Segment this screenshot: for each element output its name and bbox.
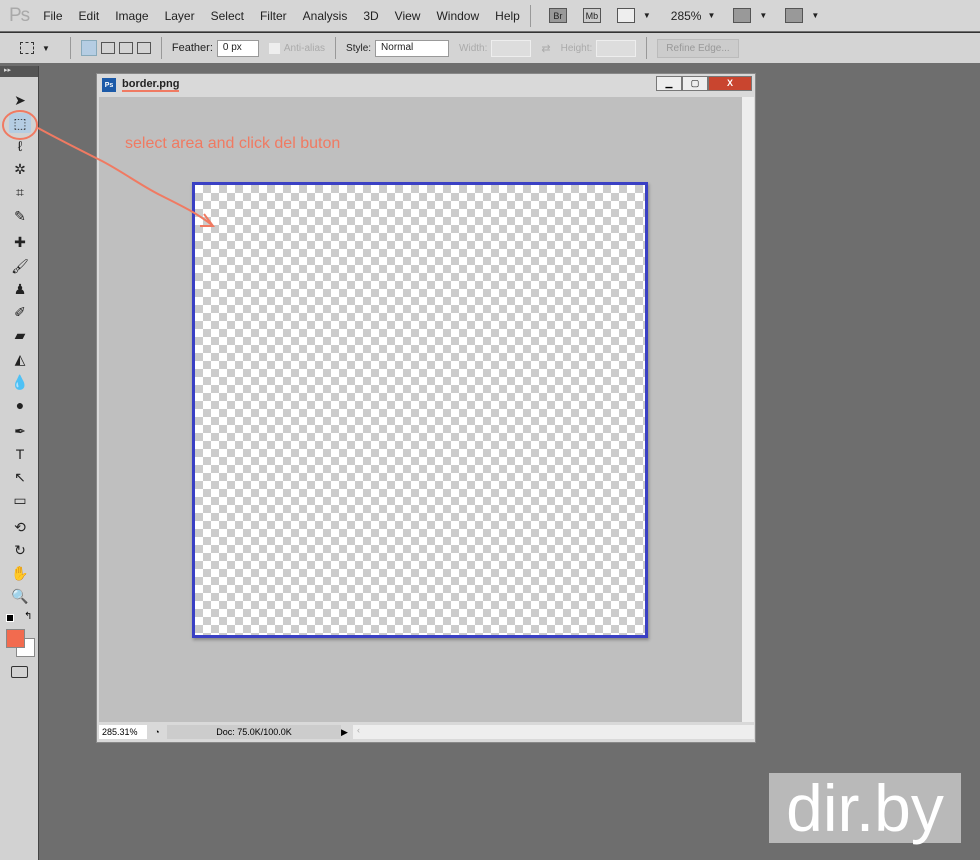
pen-icon[interactable]: ✒ [9, 421, 31, 441]
menu-image[interactable]: Image [115, 9, 148, 23]
rect-marquee-preset-icon[interactable] [20, 42, 34, 54]
image-canvas[interactable] [192, 182, 648, 638]
feather-input[interactable]: 0 px [216, 39, 259, 57]
chevron-down-icon[interactable]: ▼ [811, 11, 819, 20]
history-brush-icon[interactable]: ✐ [9, 302, 31, 322]
status-bar: 285.31% ◔ Doc: 75.0K/100.0K ▶ ‹ [99, 724, 754, 740]
tools-panel: ▸▸ ➤ ⬚ ℓ ✲ ⌗ ✎ ✚ 🖌 ♟ ✐ ▰ ◭ 💧 ● ✒ T ↖ ▭ ⟲ ↻ ✋ 🔍 ↰ [0, 66, 39, 860]
close-button[interactable]: X [708, 76, 752, 91]
chevron-down-icon[interactable]: ▼ [42, 44, 50, 53]
divider [529, 4, 531, 27]
magic-wand-icon[interactable]: ✲ [9, 159, 31, 179]
expand-panel-icon[interactable]: ▸▸ [0, 66, 38, 77]
status-options-icon[interactable]: ◔ [147, 727, 167, 737]
width-input[interactable] [491, 39, 532, 57]
view-extras-icon[interactable] [616, 8, 635, 23]
annotation-text: select area and click del buton [125, 135, 341, 152]
menu-bar: Ps File Edit Image Layer Select Filter A… [0, 0, 980, 31]
height-input[interactable] [596, 39, 637, 57]
menu-edit[interactable]: Edit [79, 9, 100, 23]
lasso-icon[interactable]: ℓ [9, 136, 31, 156]
document-title: border.png [122, 78, 180, 92]
3d-orbit-icon[interactable]: ↻ [9, 540, 31, 560]
healing-brush-icon[interactable]: ✚ [9, 232, 31, 252]
path-select-icon[interactable]: ↖ [9, 467, 31, 487]
crop-icon[interactable]: ⌗ [9, 182, 31, 202]
intersect-selection-icon[interactable] [136, 42, 151, 54]
menu-help[interactable]: Help [495, 9, 520, 23]
watermark-logo: dir.by [769, 773, 961, 843]
ps-logo: Ps [9, 4, 30, 26]
subtract-selection-icon[interactable] [118, 42, 133, 54]
feather-label: Feather: [171, 42, 213, 54]
zoom-field[interactable]: 285.31% [99, 725, 147, 739]
move-icon[interactable]: ➤ [9, 90, 31, 110]
add-selection-icon[interactable] [100, 42, 115, 54]
restore-button[interactable]: ▢ [682, 76, 708, 91]
refine-edge-button[interactable]: Refine Edge... [657, 38, 739, 58]
default-colors-icon[interactable] [6, 614, 14, 622]
antialias-label: Anti-alias [283, 42, 326, 54]
minimize-button[interactable]: ▁ [656, 76, 682, 91]
divider [335, 37, 337, 59]
menu-analysis[interactable]: Analysis [303, 9, 348, 23]
eraser-icon[interactable]: ▰ [9, 325, 31, 345]
height-label: Height: [560, 42, 593, 54]
menu-select[interactable]: Select [211, 9, 244, 23]
swap-icon[interactable]: ⇄ [541, 42, 550, 55]
divider [646, 37, 648, 59]
doc-info: Doc: 75.0K/100.0K [167, 725, 341, 739]
menu-view[interactable]: View [395, 9, 421, 23]
new-selection-icon[interactable] [80, 40, 97, 56]
hand-icon[interactable]: ✋ [9, 563, 31, 583]
menu-filter[interactable]: Filter [260, 9, 287, 23]
arrange-documents-icon[interactable] [733, 8, 752, 23]
divider [160, 37, 162, 59]
document-window: Ps border.png ▁ ▢ X select area and clic… [96, 73, 756, 743]
bridge-button[interactable]: Br [548, 8, 567, 23]
rectangle-icon[interactable]: ▭ [9, 490, 31, 510]
style-label: Style: [346, 42, 372, 54]
swap-colors-icon[interactable]: ↰ [24, 611, 32, 622]
menu-3d[interactable]: 3D [363, 9, 378, 23]
menu-window[interactable]: Window [436, 9, 479, 23]
paint-bucket-icon[interactable]: ◭ [9, 349, 31, 369]
chevron-down-icon[interactable]: ▼ [643, 11, 651, 20]
3d-rotate-icon[interactable]: ⟲ [9, 517, 31, 537]
options-bar: ▼ Feather: 0 px Anti-alias Style: Normal… [0, 32, 980, 63]
antialias-checkbox[interactable] [268, 42, 280, 54]
eyedropper-icon[interactable]: ✎ [9, 206, 31, 226]
zoom-level[interactable]: 285% [671, 9, 702, 23]
canvas-area[interactable]: select area and click del buton [99, 97, 742, 722]
chevron-down-icon[interactable]: ▼ [759, 11, 767, 20]
quick-mask-icon[interactable] [11, 666, 28, 678]
screen-mode-icon[interactable] [785, 8, 804, 23]
minibridge-button[interactable]: Mb [582, 8, 601, 23]
vertical-scrollbar[interactable] [742, 97, 754, 722]
menu-layer[interactable]: Layer [165, 9, 195, 23]
status-menu-arrow-icon[interactable]: ▶ [341, 727, 353, 738]
width-label: Width: [459, 42, 488, 54]
foreground-color-swatch[interactable] [6, 629, 25, 648]
chevron-down-icon[interactable]: ▼ [707, 11, 715, 20]
blur-icon[interactable]: 💧 [9, 372, 31, 392]
style-select[interactable]: Normal [375, 39, 450, 57]
clone-stamp-icon[interactable]: ♟ [9, 279, 31, 299]
zoom-icon[interactable]: 🔍 [9, 586, 31, 606]
dodge-icon[interactable]: ● [9, 395, 31, 415]
menu-file[interactable]: File [43, 9, 62, 23]
ps-document-icon: Ps [102, 78, 116, 92]
divider [69, 37, 71, 59]
horizontal-scrollbar[interactable]: ‹ [353, 725, 754, 739]
brush-icon[interactable]: 🖌 [9, 256, 31, 276]
rect-marquee-icon[interactable]: ⬚ [9, 113, 31, 133]
type-icon[interactable]: T [9, 444, 31, 464]
